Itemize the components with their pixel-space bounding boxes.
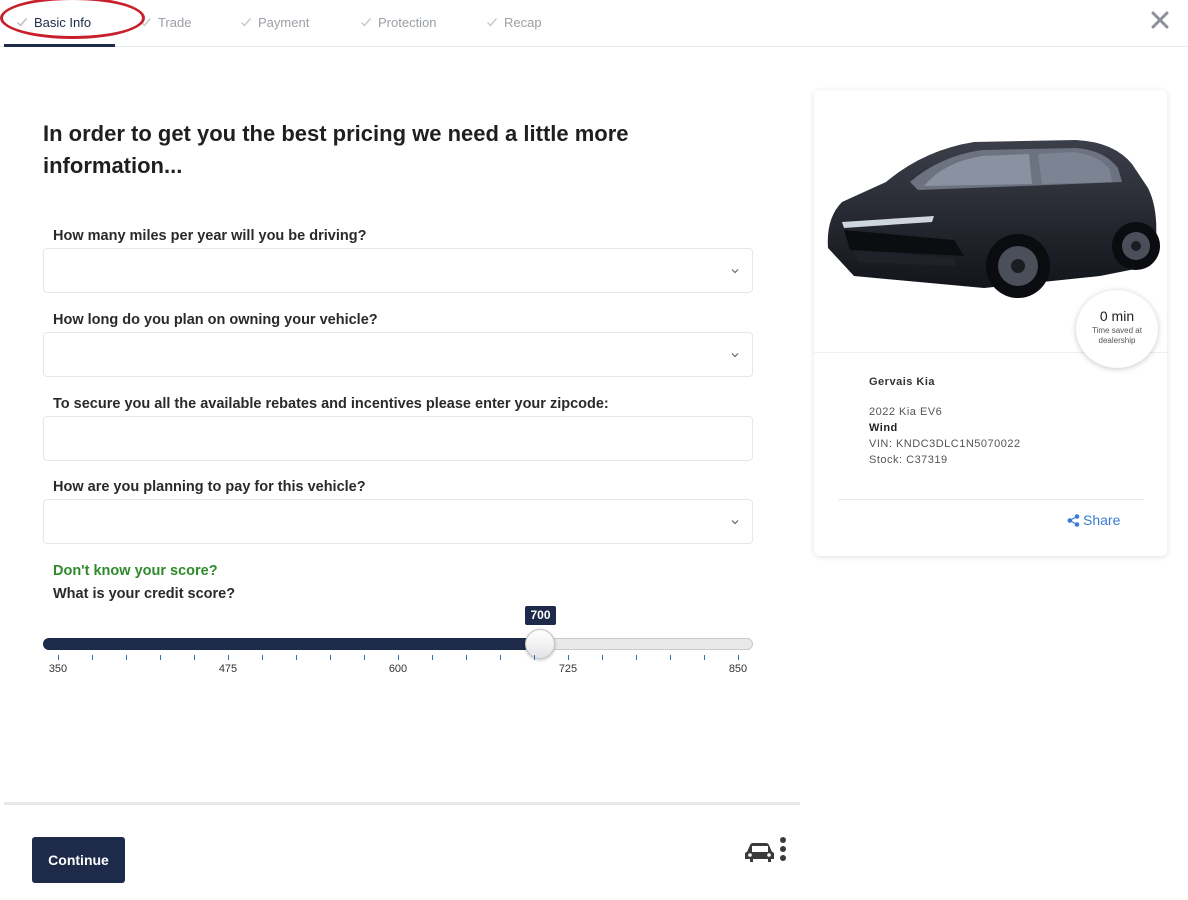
tab-protection[interactable]: Protection	[360, 12, 437, 32]
zipcode-input[interactable]	[44, 417, 752, 460]
slider-tick	[704, 655, 705, 660]
check-icon	[241, 18, 252, 27]
slider-tick	[296, 655, 297, 660]
slider-value-tooltip: 700	[525, 606, 556, 625]
tab-payment[interactable]: Payment	[240, 12, 309, 32]
slider-tick	[500, 655, 501, 660]
slider-tick-label: 600	[388, 663, 408, 675]
card-divider	[838, 499, 1144, 500]
chevron-down-icon	[731, 269, 739, 274]
slider-fill	[43, 638, 540, 650]
slider-tick	[670, 655, 671, 660]
miles-per-year-select[interactable]	[43, 248, 753, 293]
tab-trade[interactable]: Trade	[140, 12, 191, 32]
tab-label: Recap	[504, 14, 542, 30]
check-icon	[361, 18, 372, 27]
vehicle-model: 2022 Kia EV6	[869, 406, 943, 418]
progress-tab-bar: Basic Info Trade Payment Protection Reca…	[0, 0, 1188, 47]
slider-tick	[330, 655, 331, 660]
vehicle-summary-card: 0 min Time saved at dealership Gervais K…	[814, 90, 1167, 556]
tab-label: Protection	[378, 14, 437, 30]
payment-method-label: How are you planning to pay for this veh…	[53, 479, 366, 495]
zipcode-label: To secure you all the available rebates …	[53, 396, 609, 412]
continue-button[interactable]: Continue	[32, 837, 125, 883]
slider-handle[interactable]	[525, 629, 555, 659]
slider-tick	[364, 655, 365, 660]
slider-tick	[738, 655, 739, 660]
slider-tick-label: 850	[728, 663, 748, 675]
form-panel: In order to get you the best pricing we …	[4, 48, 800, 900]
share-link[interactable]: Share	[1067, 512, 1120, 528]
footer-divider	[4, 802, 800, 805]
close-icon[interactable]	[1150, 10, 1170, 30]
chevron-down-icon	[731, 353, 739, 358]
tab-label: Trade	[158, 14, 192, 30]
active-tab-indicator	[4, 44, 115, 47]
slider-tick-label: 725	[558, 663, 578, 675]
slider-tick	[398, 655, 399, 660]
slider-tick	[466, 655, 467, 660]
credit-score-label: What is your credit score?	[53, 586, 236, 602]
slider-tick	[262, 655, 263, 660]
time-saved-value: 0 min	[1099, 308, 1135, 324]
slider-tick-label: 475	[218, 663, 238, 675]
slider-tick	[228, 655, 229, 660]
slider-tick	[160, 655, 161, 660]
slider-tick	[58, 655, 59, 660]
time-saved-badge: 0 min Time saved at dealership	[1076, 290, 1158, 368]
tab-recap[interactable]: Recap	[486, 12, 542, 32]
check-icon	[17, 18, 28, 27]
dealer-name: Gervais Kia	[869, 376, 936, 388]
ownership-duration-select[interactable]	[43, 332, 753, 377]
chevron-down-icon	[731, 520, 739, 525]
tab-label: Payment	[258, 14, 310, 30]
slider-tick	[568, 655, 569, 660]
miles-per-year-label: How many miles per year will you be driv…	[53, 228, 367, 244]
tab-basic-info[interactable]: Basic Info	[16, 12, 91, 32]
slider-tick	[636, 655, 637, 660]
slider-tick	[602, 655, 603, 660]
slider-tick	[534, 655, 535, 660]
slider-tick	[432, 655, 433, 660]
slider-tick	[194, 655, 195, 660]
page-title: In order to get you the best pricing we …	[43, 121, 629, 178]
slider-tick	[126, 655, 127, 660]
share-label: Share	[1083, 512, 1121, 528]
vehicle-trim: Wind	[869, 422, 898, 434]
share-icon	[1067, 513, 1080, 527]
check-icon	[487, 18, 498, 27]
vehicle-vin: VIN: KNDC3DLC1N5070022	[869, 438, 1021, 450]
slider-tick	[92, 655, 93, 660]
tab-label: Basic Info	[34, 14, 92, 30]
vehicle-stock: Stock: C37319	[869, 454, 948, 466]
vehicle-menu-icon[interactable]	[744, 836, 788, 866]
zipcode-field[interactable]	[43, 416, 753, 461]
check-icon	[141, 18, 152, 27]
dont-know-score-link[interactable]: Don't know your score?	[53, 563, 218, 579]
payment-method-select[interactable]	[43, 499, 753, 544]
ownership-duration-label: How long do you plan on owning your vehi…	[53, 312, 378, 328]
slider-tick-label: 350	[48, 663, 68, 675]
time-saved-caption: Time saved at dealership	[1092, 326, 1142, 345]
